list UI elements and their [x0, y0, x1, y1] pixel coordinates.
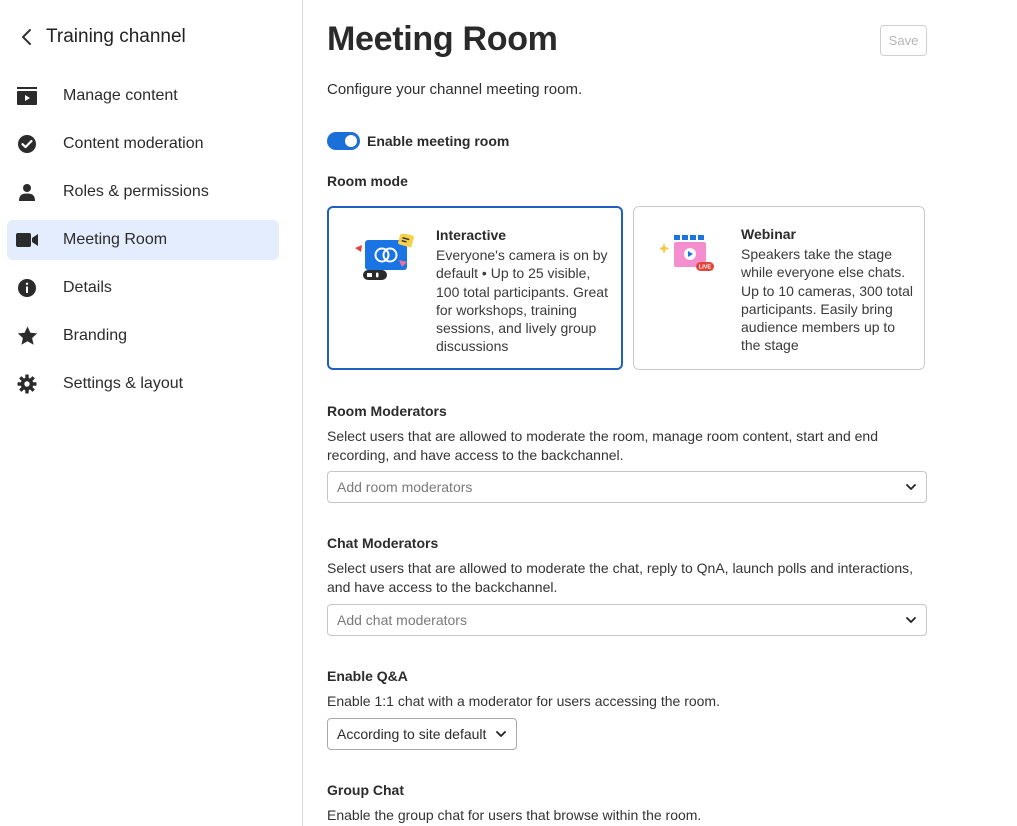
qna-label: Enable Q&A [327, 668, 408, 684]
person-icon [16, 181, 38, 203]
enable-meeting-room-row: Enable meeting room [327, 131, 509, 151]
sidebar: Training channel Manage content Content … [0, 0, 303, 826]
page-title: Meeting Room [327, 20, 558, 58]
sidebar-item-meeting-room[interactable]: Meeting Room [7, 220, 279, 260]
group-chat-label: Group Chat [327, 782, 404, 798]
chevron-left-icon [14, 24, 40, 50]
sidebar-item-branding[interactable]: Branding [7, 316, 279, 356]
play-box-icon [16, 85, 38, 107]
enable-meeting-room-toggle[interactable] [327, 132, 360, 150]
room-mode-interactive-card[interactable]: Interactive Everyone's camera is on by d… [327, 206, 623, 370]
sidebar-item-label: Manage content [63, 87, 178, 104]
sidebar-item-roles-permissions[interactable]: Roles & permissions [7, 172, 279, 212]
back-button[interactable]: Training channel [14, 22, 186, 52]
sidebar-item-label: Branding [63, 327, 128, 344]
room-mode-title: Webinar [741, 226, 796, 242]
sidebar-item-label: Content moderation [63, 135, 204, 152]
chevron-down-icon [494, 727, 508, 741]
room-mode-title: Interactive [436, 227, 507, 243]
sidebar-item-manage-content[interactable]: Manage content [7, 76, 279, 116]
qna-dropdown[interactable]: According to site default [327, 718, 517, 750]
chat-moderators-description: Select users that are allowed to moderat… [327, 560, 913, 595]
room-mode-description: Speakers take the stage while everyone e… [741, 246, 913, 354]
sidebar-item-content-moderation[interactable]: Content moderation [7, 124, 279, 164]
qna-selected-value: According to site default [337, 726, 487, 742]
room-moderators-description: Select users that are allowed to moderat… [327, 428, 878, 463]
video-camera-icon [16, 229, 38, 251]
group-chat-description: Enable the group chat for users that bro… [327, 807, 702, 823]
chevron-down-icon [896, 472, 926, 502]
sidebar-item-settings-layout[interactable]: Settings & layout [7, 364, 279, 404]
room-mode-description: Everyone's camera is on by default • Up … [436, 247, 608, 355]
channel-title: Training channel [46, 26, 186, 47]
sidebar-nav: Manage content Content moderation Roles … [7, 76, 279, 412]
sidebar-item-label: Details [63, 279, 112, 296]
sidebar-item-label: Roles & permissions [63, 183, 209, 200]
chat-moderators-label: Chat Moderators [327, 535, 439, 551]
save-button[interactable]: Save [880, 25, 927, 56]
gear-icon [16, 373, 38, 395]
chat-moderators-select[interactable]: Add chat moderators [327, 604, 927, 636]
qna-description: Enable 1:1 chat with a moderator for use… [327, 693, 720, 709]
webinar-illustration-icon: LIVE [658, 233, 722, 283]
sidebar-item-label: Meeting Room [63, 231, 168, 248]
room-mode-label: Room mode [327, 173, 408, 189]
room-moderators-select[interactable]: Add room moderators [327, 471, 927, 503]
interactive-illustration-icon [355, 232, 417, 284]
room-mode-webinar-card[interactable]: LIVE Webinar Speakers take the stage whi… [633, 206, 925, 370]
page-subtitle: Configure your channel meeting room. [327, 81, 583, 98]
room-moderators-placeholder: Add room moderators [337, 479, 473, 495]
check-circle-icon [16, 133, 38, 155]
svg-text:LIVE: LIVE [699, 265, 712, 271]
sidebar-item-details[interactable]: Details [7, 268, 279, 308]
sidebar-item-label: Settings & layout [63, 375, 184, 392]
enable-meeting-room-label: Enable meeting room [367, 133, 510, 149]
star-icon [16, 325, 38, 347]
info-icon [16, 277, 38, 299]
room-moderators-label: Room Moderators [327, 403, 447, 419]
toggle-knob [345, 135, 357, 147]
chat-moderators-placeholder: Add chat moderators [337, 612, 467, 628]
chevron-down-icon [896, 605, 926, 635]
